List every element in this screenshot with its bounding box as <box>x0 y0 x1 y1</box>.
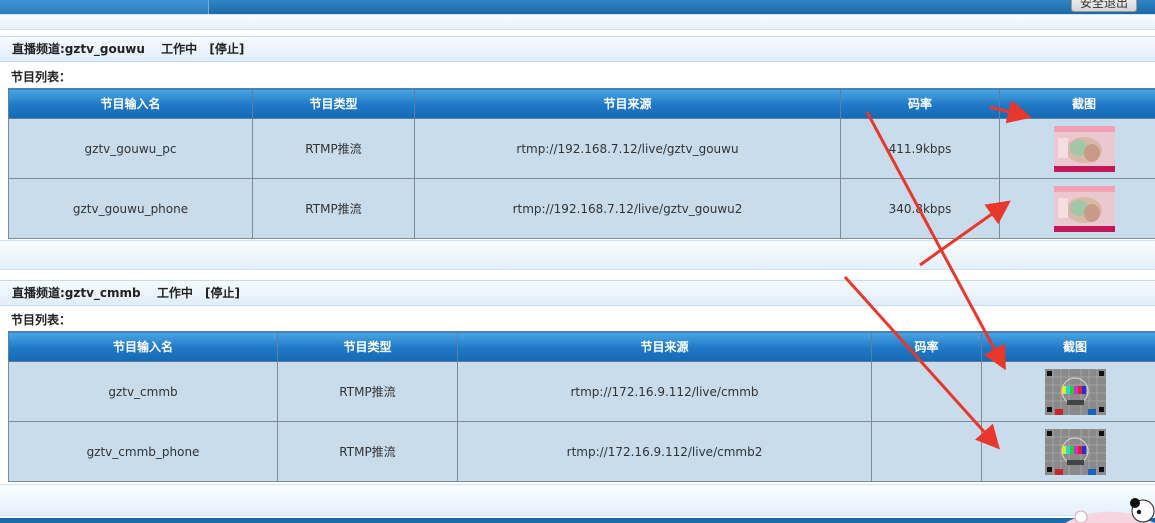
channel-header-gouwu: 直播频道:gztv_gouwu 工作中 [停止] <box>0 36 1155 62</box>
bitrate <box>871 421 982 482</box>
col-source: 节目来源 <box>457 331 872 362</box>
program-type: RTMP推流 <box>277 361 458 422</box>
program-list-label: 节目列表： <box>11 313 72 327</box>
col-input-name: 节目输入名 <box>8 331 278 362</box>
table-header-row: 节目输入名 节目类型 节目来源 码率 截图 <box>8 88 1155 119</box>
spacer-band <box>0 14 1155 30</box>
spacer-band <box>0 240 1155 270</box>
input-name: gztv_cmmb <box>8 361 278 422</box>
program-type: RTMP推流 <box>252 178 415 239</box>
shopping-thumbnail[interactable] <box>1053 125 1115 172</box>
logout-button[interactable]: 安全退出 <box>1070 0 1137 12</box>
col-type: 节目类型 <box>252 88 415 119</box>
program-table-gouwu: 节目输入名 节目类型 节目来源 码率 截图 gztv_gouwu_pc RTMP… <box>8 88 1155 239</box>
col-bitrate: 码率 <box>840 88 1000 119</box>
col-screenshot: 截图 <box>981 331 1155 362</box>
program-source: rtmp://172.16.9.112/live/cmmb <box>457 361 872 422</box>
bitrate <box>871 361 982 422</box>
panda-mascot-icon <box>1065 498 1155 523</box>
table-row: gztv_gouwu_phone RTMP推流 rtmp://192.168.7… <box>8 178 1155 239</box>
screenshot-cell <box>981 361 1155 422</box>
test-card-thumbnail[interactable] <box>1044 368 1106 415</box>
stop-link[interactable]: [停止] <box>205 281 240 305</box>
table-header-row: 节目输入名 节目类型 节目来源 码率 截图 <box>8 331 1155 362</box>
shopping-thumbnail[interactable] <box>1053 185 1115 232</box>
program-type: RTMP推流 <box>252 118 415 179</box>
input-name: gztv_gouwu_pc <box>8 118 253 179</box>
stop-link[interactable]: [停止] <box>209 37 244 61</box>
input-name: gztv_cmmb_phone <box>8 421 278 482</box>
col-source: 节目来源 <box>414 88 841 119</box>
col-type: 节目类型 <box>277 331 458 362</box>
program-type: RTMP推流 <box>277 421 458 482</box>
top-banner: 安全退出 <box>0 0 1155 14</box>
col-input-name: 节目输入名 <box>8 88 253 119</box>
channel-name: 直播频道:gztv_gouwu <box>12 42 145 56</box>
screenshot-cell <box>999 118 1155 179</box>
program-table-cmmb: 节目输入名 节目类型 节目来源 码率 截图 gztv_cmmb RTMP推流 r… <box>8 331 1155 482</box>
top-tab <box>0 0 209 14</box>
channel-name: 直播频道:gztv_cmmb <box>12 286 141 300</box>
col-screenshot: 截图 <box>999 88 1155 119</box>
program-source: rtmp://172.16.9.112/live/cmmb2 <box>457 421 872 482</box>
col-bitrate: 码率 <box>871 331 982 362</box>
program-source: rtmp://192.168.7.12/live/gztv_gouwu <box>414 118 841 179</box>
input-name: gztv_gouwu_phone <box>8 178 253 239</box>
screenshot-cell <box>999 178 1155 239</box>
screenshot-cell <box>981 421 1155 482</box>
bitrate: 411.9kbps <box>840 118 1000 179</box>
test-card-thumbnail[interactable] <box>1044 428 1106 475</box>
table-row: gztv_cmmb_phone RTMP推流 rtmp://172.16.9.1… <box>8 421 1155 482</box>
table-row: gztv_cmmb RTMP推流 rtmp://172.16.9.112/liv… <box>8 361 1155 422</box>
program-list-label: 节目列表： <box>11 70 72 84</box>
spacer-band <box>0 484 1155 516</box>
bitrate: 340.8kbps <box>840 178 1000 239</box>
program-source: rtmp://192.168.7.12/live/gztv_gouwu2 <box>414 178 841 239</box>
channel-status: 工作中 <box>161 42 198 56</box>
channel-status: 工作中 <box>156 286 193 300</box>
channel-header-cmmb: 直播频道:gztv_cmmb 工作中 [停止] <box>0 280 1155 306</box>
bottom-bar <box>0 518 1155 523</box>
table-row: gztv_gouwu_pc RTMP推流 rtmp://192.168.7.12… <box>8 118 1155 179</box>
